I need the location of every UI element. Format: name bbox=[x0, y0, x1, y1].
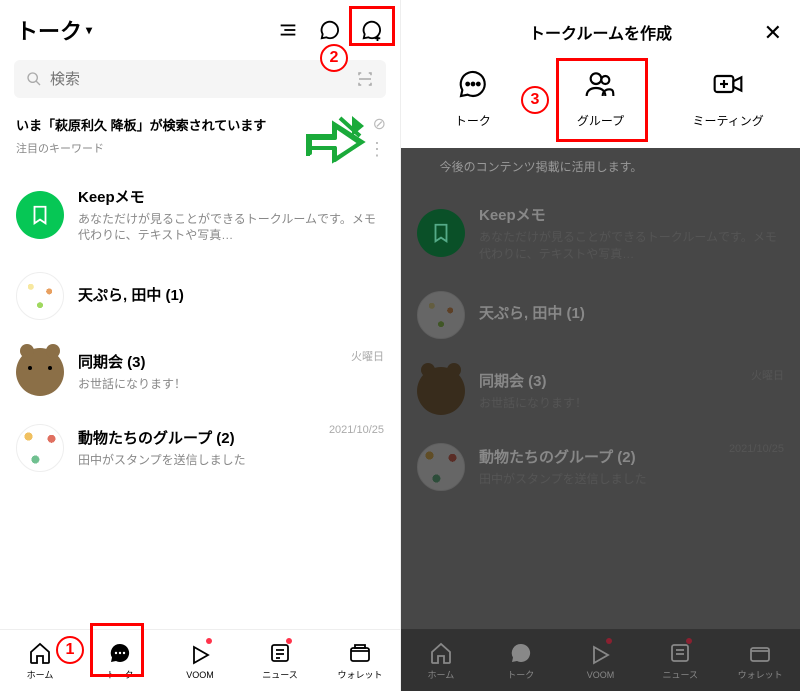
chat-item[interactable]: 同期会 (3) お世話になります！ 火曜日 bbox=[0, 334, 400, 410]
chat-preview: あなただけが見ることができるトークルームです。メモ代わりに、テキストや写真… bbox=[78, 211, 384, 245]
tab-label: ホーム bbox=[27, 668, 54, 681]
home-icon bbox=[27, 640, 53, 666]
chat-preview: お世話になります！ bbox=[78, 376, 384, 393]
avatar bbox=[16, 424, 64, 472]
close-icon[interactable]: ✕ bbox=[764, 20, 782, 46]
chat-item-keep: Keepメモ あなただけが見ることができるトークルームです。メモ代わりに、テキス… bbox=[401, 190, 800, 277]
wallet-icon bbox=[347, 640, 373, 666]
option-label: ミーティング bbox=[693, 112, 764, 129]
room-type-options: トーク グループ ミーティング bbox=[401, 62, 800, 147]
avatar bbox=[16, 272, 64, 320]
tab-bar: ホーム トーク VOOM ニュース ウォレット bbox=[401, 629, 800, 691]
chevron-down-icon: ▾ bbox=[86, 23, 92, 37]
group-icon bbox=[582, 66, 618, 102]
chat-list: Keepメモ あなただけが見ることができるトークルームです。メモ代わりに、テキス… bbox=[0, 168, 400, 491]
page-title[interactable]: トーク ▾ bbox=[16, 14, 92, 46]
dimmed-background: 今後のコンテンツ掲載に活用します。 Keepメモ あなただけが見ることができるト… bbox=[401, 148, 800, 691]
play-icon bbox=[187, 642, 213, 668]
chat-icon bbox=[455, 66, 491, 102]
notification-dot bbox=[286, 638, 292, 644]
avatar bbox=[417, 209, 465, 257]
tab-label: トーク bbox=[106, 668, 133, 681]
tab-voom[interactable]: VOOM bbox=[160, 630, 240, 691]
search-bar[interactable] bbox=[14, 60, 386, 98]
trending-section: いま「萩原利久 降板」が検索されています 注目のキーワード ⊘ ⋮ bbox=[0, 108, 400, 168]
header-actions bbox=[276, 18, 384, 42]
title-text: トーク bbox=[16, 14, 82, 46]
option-label: トーク bbox=[455, 112, 491, 129]
folder-icon[interactable] bbox=[318, 18, 342, 42]
chat-item: 動物たちのグループ (2) 田中がスタンプを送信しました 2021/10/25 bbox=[401, 429, 800, 505]
chat-icon bbox=[107, 640, 133, 666]
talk-list-screen: トーク ▾ いま「萩原利久 降板」が検索されています 注目のキーワード ⊘ ⋮ bbox=[0, 0, 400, 691]
trending-text[interactable]: いま「萩原利久 降板」が検索されています bbox=[16, 116, 296, 136]
chat-name: 同期会 (3) bbox=[78, 351, 384, 372]
chat-item[interactable]: 動物たちのグループ (2) 田中がスタンプを送信しました 2021/10/25 bbox=[0, 410, 400, 486]
chat-date: 2021/10/25 bbox=[329, 424, 384, 436]
more-icon[interactable]: ⋮ bbox=[368, 139, 386, 160]
scan-icon[interactable] bbox=[356, 70, 374, 88]
avatar bbox=[417, 367, 465, 415]
search-icon bbox=[26, 71, 42, 87]
avatar bbox=[16, 348, 64, 396]
modal-header: トークルームを作成 ✕ bbox=[401, 0, 800, 62]
tab-home[interactable]: ホーム bbox=[0, 630, 80, 691]
chat-name: 天ぷら, 田中 (1) bbox=[78, 284, 384, 305]
trending-subtitle: 注目のキーワード bbox=[16, 140, 384, 156]
tab-news[interactable]: ニュース bbox=[240, 630, 320, 691]
modal-title: トークルームを作成 bbox=[529, 20, 672, 44]
chat-preview: 田中がスタンプを送信しました bbox=[78, 452, 384, 469]
tab-wallet: ウォレット bbox=[720, 630, 800, 691]
option-meeting[interactable]: ミーティング bbox=[683, 66, 773, 129]
tab-news: ニュース bbox=[640, 630, 720, 691]
sort-icon[interactable] bbox=[276, 18, 300, 42]
chat-item: 天ぷら, 田中 (1) bbox=[401, 277, 800, 353]
chat-item: 同期会 (3) お世話になります！ 火曜日 bbox=[401, 353, 800, 429]
notification-dot bbox=[206, 638, 212, 644]
chat-item[interactable]: 天ぷら, 田中 (1) bbox=[0, 258, 400, 334]
chat-date: 火曜日 bbox=[351, 348, 384, 364]
avatar bbox=[417, 291, 465, 339]
tab-label: ニュース bbox=[262, 668, 298, 681]
chat-body: Keepメモ あなただけが見ることができるトークルームです。メモ代わりに、テキス… bbox=[78, 186, 384, 245]
video-icon bbox=[710, 66, 746, 102]
search-input[interactable] bbox=[50, 71, 348, 88]
block-icon[interactable]: ⊘ bbox=[373, 114, 386, 134]
avatar bbox=[16, 191, 64, 239]
header: トーク ▾ bbox=[0, 0, 400, 56]
tab-talk[interactable]: トーク bbox=[80, 630, 160, 691]
tab-talk: トーク bbox=[481, 630, 561, 691]
tab-wallet[interactable]: ウォレット bbox=[320, 630, 400, 691]
option-group[interactable]: グループ bbox=[555, 66, 645, 129]
tab-label: ウォレット bbox=[337, 668, 382, 681]
chat-name: Keepメモ bbox=[78, 186, 384, 207]
avatar bbox=[417, 443, 465, 491]
chat-item-keep[interactable]: Keepメモ あなただけが見ることができるトークルームです。メモ代わりに、テキス… bbox=[0, 172, 400, 259]
tab-voom: VOOM bbox=[561, 630, 641, 691]
new-chat-icon[interactable] bbox=[360, 18, 384, 42]
chat-body: 同期会 (3) お世話になります！ bbox=[78, 351, 384, 393]
tab-label: VOOM bbox=[186, 670, 214, 680]
dim-notice: 今後のコンテンツ掲載に活用します。 bbox=[401, 148, 681, 186]
tab-bar: ホーム トーク VOOM ニュース ウォレット bbox=[0, 629, 400, 691]
option-talk[interactable]: トーク bbox=[428, 66, 518, 129]
option-label: グループ bbox=[577, 112, 624, 129]
create-room-screen: トークルームを作成 ✕ トーク グループ ミーティング 今後のコンテンツ掲載に活… bbox=[400, 0, 800, 691]
chat-body: 天ぷら, 田中 (1) bbox=[78, 284, 384, 309]
bookmark-icon bbox=[29, 204, 51, 226]
tab-home: ホーム bbox=[401, 630, 481, 691]
